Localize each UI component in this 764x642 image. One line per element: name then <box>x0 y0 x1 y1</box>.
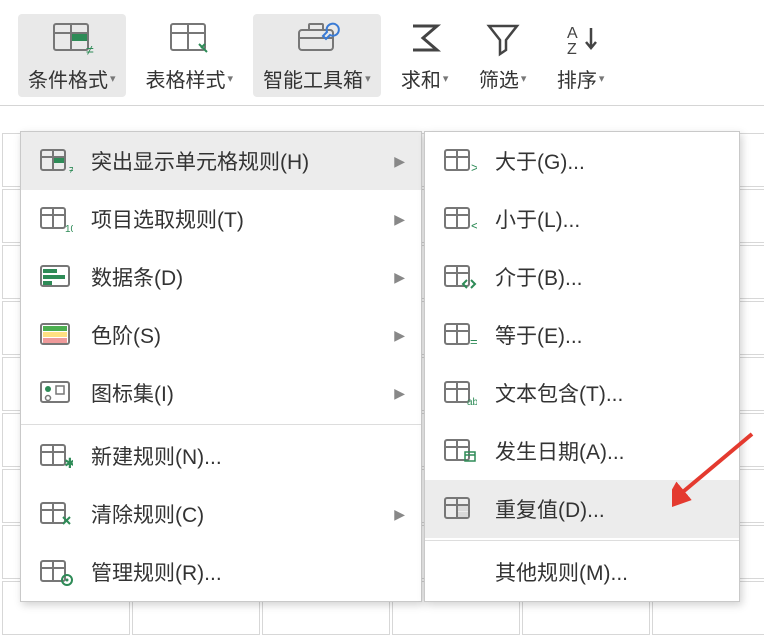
chevron-down-icon: ▾ <box>599 72 605 85</box>
menu-item-label: 介于(B)... <box>495 262 583 292</box>
menu-item-date[interactable]: 发生日期(A)... <box>425 422 739 480</box>
sort-icon: AZ <box>557 18 605 58</box>
menu-item-topitems[interactable]: 10 项目选取规则(T) ▶ <box>21 190 421 248</box>
menu-item-lt[interactable]: < 小于(L)... <box>425 190 739 248</box>
menu-item-more[interactable]: 其他规则(M)... <box>425 543 739 601</box>
gt-icon: > <box>443 146 477 176</box>
menu-item-label: 数据条(D) <box>91 262 183 292</box>
chevron-down-icon: ▾ <box>443 72 449 85</box>
svg-text:≠: ≠ <box>86 42 94 58</box>
menu-item-label: 色阶(S) <box>91 320 161 350</box>
menu-item-managerule[interactable]: 管理规则(R)... <box>21 543 421 601</box>
menu-item-label: 重复值(D)... <box>495 494 605 524</box>
newrule-icon: ✱ <box>39 441 73 471</box>
menu-item-databar[interactable]: 数据条(D) ▶ <box>21 248 421 306</box>
menu-item-label: 新建规则(N)... <box>91 441 222 471</box>
ribbon-label: 排序 <box>557 64 597 93</box>
menu-item-label: 其他规则(M)... <box>495 557 628 587</box>
svg-text:✱: ✱ <box>64 455 73 471</box>
menu-item-label: 管理规则(R)... <box>91 557 222 587</box>
cf-main-icon: ≠ <box>48 18 96 58</box>
chevron-right-icon: ▶ <box>394 153 405 170</box>
ribbon-table-style[interactable]: 表格样式▾ <box>136 14 244 97</box>
menu-item-label: 项目选取规则(T) <box>91 204 244 234</box>
highlight-icon: ≠ <box>39 146 73 176</box>
iconset-icon <box>39 378 73 408</box>
ribbon-label: 智能工具箱 <box>263 64 363 93</box>
highlight-rules-submenu: > 大于(G)... < 小于(L)... 介于(B)... = 等于(E)..… <box>424 131 740 602</box>
chevron-down-icon: ▾ <box>110 72 116 85</box>
svg-text:Z: Z <box>567 41 577 58</box>
ribbon-conditional-format[interactable]: ≠ 条件格式▾ <box>18 14 126 97</box>
svg-text:10: 10 <box>65 224 73 234</box>
chevron-down-icon: ▾ <box>228 72 234 85</box>
ribbon-label: 条件格式 <box>28 64 108 93</box>
ribbon-label: 求和 <box>401 64 441 93</box>
menu-item-clearrule[interactable]: 清除规则(C) ▶ <box>21 485 421 543</box>
svg-text:≠: ≠ <box>69 162 73 176</box>
menu-item-label: 发生日期(A)... <box>495 436 625 466</box>
between-icon <box>443 262 477 292</box>
chevron-down-icon: ▾ <box>365 72 371 85</box>
ribbon-smart-toolbox[interactable]: 智能工具箱▾ <box>253 14 381 97</box>
menu-item-newrule[interactable]: ✱ 新建规则(N)... <box>21 427 421 485</box>
chevron-right-icon: ▶ <box>394 211 405 228</box>
menu-item-eq[interactable]: = 等于(E)... <box>425 306 739 364</box>
conditional-format-menu: ≠ 突出显示单元格规则(H) ▶10 项目选取规则(T) ▶ 数据条(D) ▶ … <box>20 131 422 602</box>
lt-icon: < <box>443 204 477 234</box>
sum-icon <box>401 18 449 58</box>
chevron-right-icon: ▶ <box>394 269 405 286</box>
managerule-icon <box>39 557 73 587</box>
ribbon-sum[interactable]: 求和▾ <box>391 14 459 97</box>
chevron-right-icon: ▶ <box>394 506 405 523</box>
duplicate-icon <box>443 494 477 524</box>
menu-item-colorscale[interactable]: 色阶(S) ▶ <box>21 306 421 364</box>
eq-icon: = <box>443 320 477 350</box>
svg-text:=: = <box>470 334 477 349</box>
chevron-right-icon: ▶ <box>394 385 405 402</box>
menu-item-label: 清除规则(C) <box>91 499 204 529</box>
ribbon-toolbar: ≠ 条件格式▾ 表格样式▾ 智能工具箱▾ 求和▾ 筛选▾AZ 排序▾ <box>0 0 764 106</box>
menu-item-label: 文本包含(T)... <box>495 378 623 408</box>
chevron-down-icon: ▾ <box>521 72 527 85</box>
textcontains-icon: ab <box>443 378 477 408</box>
menu-item-label: 图标集(I) <box>91 378 174 408</box>
menu-separator <box>425 540 739 541</box>
ribbon-filter[interactable]: 筛选▾ <box>469 14 537 97</box>
menu-item-label: 大于(G)... <box>495 146 585 176</box>
tablestyle-icon <box>165 18 213 58</box>
menu-item-textcontains[interactable]: ab 文本包含(T)... <box>425 364 739 422</box>
menu-item-label: 突出显示单元格规则(H) <box>91 146 309 176</box>
svg-text:A: A <box>567 25 578 42</box>
menu-item-label: 小于(L)... <box>495 204 580 234</box>
menu-item-duplicate[interactable]: 重复值(D)... <box>425 480 739 538</box>
ribbon-sort[interactable]: AZ 排序▾ <box>547 14 615 97</box>
svg-text:>: > <box>471 160 477 175</box>
ribbon-label: 筛选 <box>479 64 519 93</box>
colorscale-icon <box>39 320 73 350</box>
svg-text:ab: ab <box>467 397 477 408</box>
date-icon <box>443 436 477 466</box>
chevron-right-icon: ▶ <box>394 327 405 344</box>
menu-item-label: 等于(E)... <box>495 320 583 350</box>
menu-item-between[interactable]: 介于(B)... <box>425 248 739 306</box>
menu-item-iconset[interactable]: 图标集(I) ▶ <box>21 364 421 422</box>
svg-text:<: < <box>471 218 477 233</box>
ribbon-label: 表格样式 <box>146 64 226 93</box>
databar-icon <box>39 262 73 292</box>
menu-separator <box>21 424 421 425</box>
menu-item-gt[interactable]: > 大于(G)... <box>425 132 739 190</box>
clearrule-icon <box>39 499 73 529</box>
topitems-icon: 10 <box>39 204 73 234</box>
blank-icon <box>443 557 477 587</box>
filter-icon <box>479 18 527 58</box>
menu-item-highlight[interactable]: ≠ 突出显示单元格规则(H) ▶ <box>21 132 421 190</box>
toolbox-icon <box>293 18 341 58</box>
